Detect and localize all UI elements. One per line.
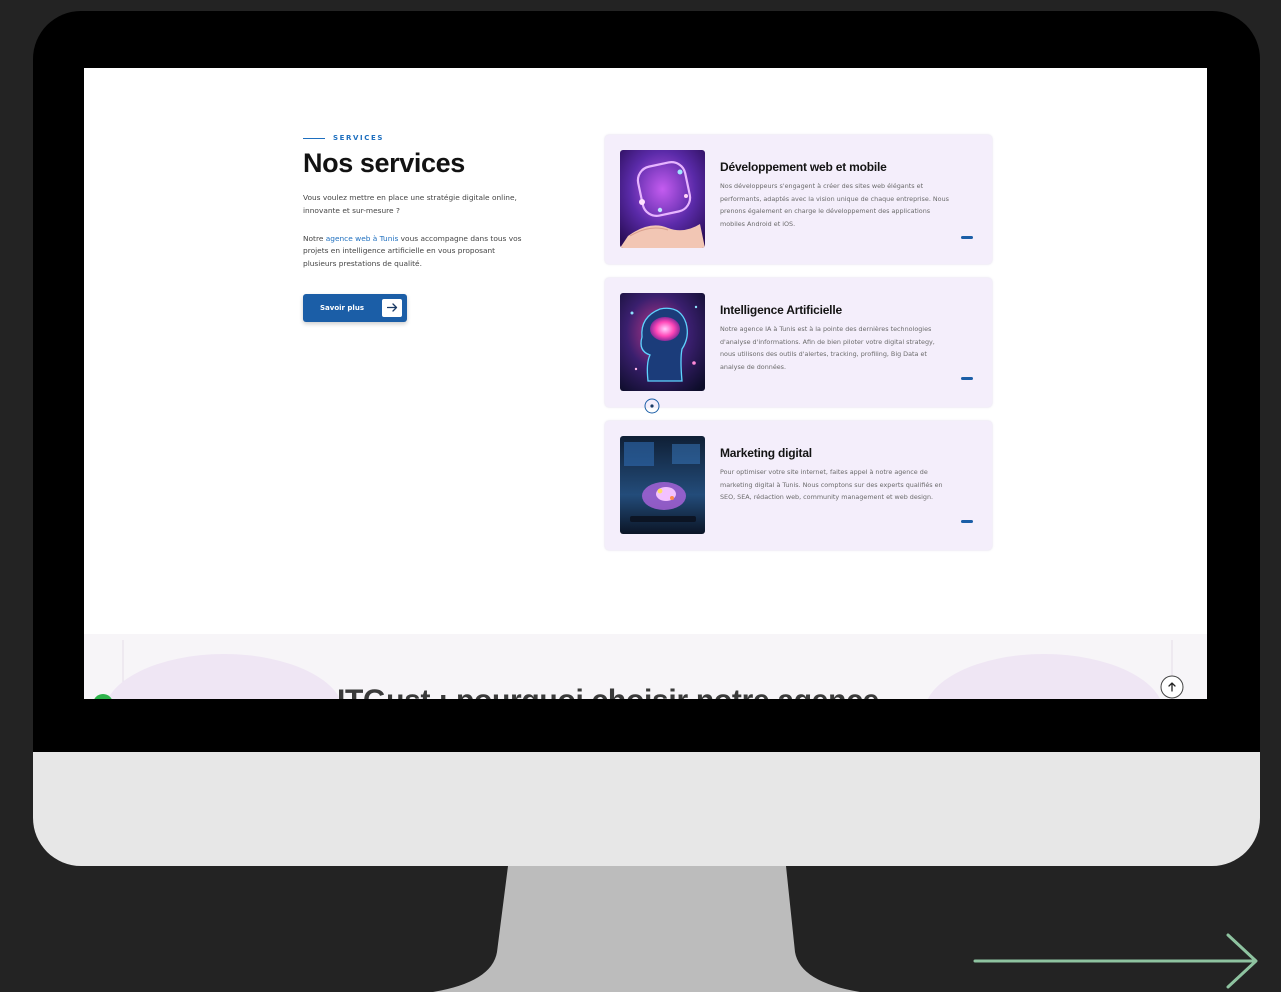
intro-paragraph: Vous voulez mettre en place une stratégi… bbox=[303, 193, 517, 215]
services-intro: SERVICES Nos services Vous voulez mettre… bbox=[303, 134, 543, 322]
intro-text-start: Notre bbox=[303, 233, 326, 243]
marketing-image bbox=[620, 436, 705, 534]
service-card-ai[interactable]: Intelligence Artificielle Notre agence I… bbox=[605, 278, 992, 407]
monitor-chin bbox=[33, 752, 1260, 866]
eyebrow-label: SERVICES bbox=[333, 134, 384, 142]
savoir-plus-label: Savoir plus bbox=[320, 303, 364, 312]
hand-hologram-image bbox=[620, 150, 705, 248]
ai-head-image bbox=[620, 293, 705, 391]
card-expand-dash[interactable] bbox=[961, 377, 973, 380]
service-card-web-mobile[interactable]: Développement web et mobile Nos développ… bbox=[605, 135, 992, 264]
next-section-title: ITGust : pourquoi choisir notre agence bbox=[337, 684, 937, 699]
next-arrow-icon[interactable] bbox=[970, 930, 1262, 992]
card-title: Intelligence Artificielle bbox=[720, 303, 842, 317]
card-description: Nos développeurs s'engagent à créer des … bbox=[720, 182, 949, 228]
service-card-marketing[interactable]: Marketing digital Pour optimiser votre s… bbox=[605, 421, 992, 550]
agency-link[interactable]: agence web à Tunis bbox=[326, 234, 399, 243]
card-expand-dash[interactable] bbox=[961, 236, 973, 239]
scroll-indicator-icon bbox=[644, 398, 660, 414]
card-description: Pour optimiser votre site internet, fait… bbox=[720, 468, 943, 502]
page-title: Nos services bbox=[303, 148, 465, 178]
section-eyebrow: SERVICES bbox=[303, 134, 543, 142]
card-expand-dash[interactable] bbox=[961, 520, 973, 523]
card-title: Développement web et mobile bbox=[720, 160, 887, 174]
savoir-plus-button[interactable]: Savoir plus bbox=[303, 293, 407, 322]
intro-paragraph-agency: Notre agence web à Tunis vous accompagne… bbox=[303, 233, 528, 271]
card-description: Notre agence IA à Tunis est à la pointe … bbox=[720, 325, 935, 371]
website-screen: SERVICES Nos services Vous voulez mettre… bbox=[84, 68, 1207, 699]
monitor-frame: SERVICES Nos services Vous voulez mettre… bbox=[33, 11, 1260, 866]
arrow-right-icon bbox=[382, 298, 402, 317]
eyebrow-line bbox=[303, 137, 325, 139]
back-to-top-icon[interactable] bbox=[1159, 674, 1185, 699]
card-title: Marketing digital bbox=[720, 446, 812, 460]
